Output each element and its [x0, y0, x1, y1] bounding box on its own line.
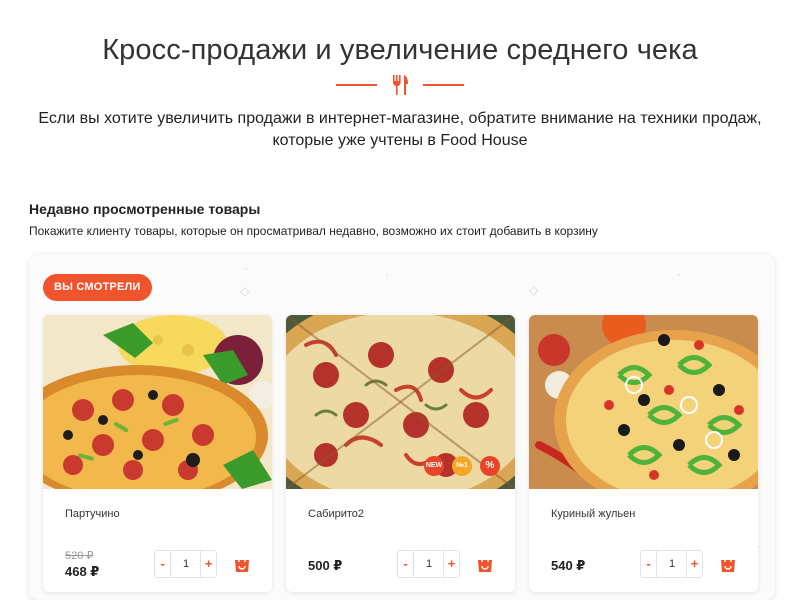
quantity-stepper: - 1 +	[397, 550, 460, 578]
divider-line-right	[423, 84, 464, 86]
quantity-value[interactable]: 1	[172, 551, 200, 577]
product-price: 540 ₽	[551, 558, 586, 573]
product-name[interactable]: Куриный жульен	[551, 508, 635, 520]
intro-text: Если вы хотите увеличить продажи в интер…	[38, 110, 762, 149]
fork-knife-icon	[393, 75, 408, 95]
product-card[interactable]: NEW №1 % Сабирито2 500 ₽ - 1 +	[286, 315, 515, 592]
quantity-stepper: - 1 +	[640, 550, 703, 578]
product-old-price: 520 ₽	[65, 550, 94, 562]
decor-dash-icon: ˋ	[244, 266, 248, 280]
shopping-bag-icon[interactable]	[476, 555, 494, 573]
quantity-stepper: - 1 +	[154, 550, 217, 578]
title-divider	[336, 72, 464, 96]
product-image[interactable]	[529, 315, 758, 489]
quantity-value[interactable]: 1	[658, 551, 686, 577]
divider-line-left	[336, 84, 377, 86]
increase-quantity-button[interactable]: +	[686, 551, 702, 577]
page-title: Кросс-продажи и увеличение среднего чека	[102, 34, 698, 66]
increase-quantity-button[interactable]: +	[200, 551, 216, 577]
new-badge: NEW	[424, 456, 444, 476]
decor-dash-icon: ˋ	[757, 544, 761, 558]
product-image[interactable]	[43, 315, 272, 489]
product-name[interactable]: Сабирито2	[308, 508, 364, 520]
decrease-quantity-button[interactable]: -	[398, 551, 414, 577]
increase-quantity-button[interactable]: +	[443, 551, 459, 577]
product-name[interactable]: Партучино	[65, 508, 120, 520]
decor-diamond-icon: ◇	[529, 283, 539, 297]
product-card[interactable]: Партучино 520 ₽ 468 ₽ - 1 +	[43, 315, 272, 592]
recently-viewed-panel: ◇ ◇ ˋ ˋ ˋ ВЫ СМОТРЕЛИ Партучино 520 ₽ 46…	[29, 254, 775, 600]
product-price: 500 ₽	[308, 558, 343, 573]
shopping-bag-icon[interactable]	[233, 555, 251, 573]
watched-badge: ВЫ СМОТРЕЛИ	[43, 274, 152, 301]
decrease-quantity-button[interactable]: -	[641, 551, 657, 577]
product-price: 468 ₽	[65, 564, 100, 579]
shopping-bag-icon[interactable]	[719, 555, 737, 573]
decrease-quantity-button[interactable]: -	[155, 551, 171, 577]
product-card[interactable]: Куриный жульен 540 ₽ - 1 +	[529, 315, 758, 592]
decor-dash-icon: ˋ	[385, 272, 389, 286]
decor-diamond-icon: ◇	[240, 284, 250, 298]
top-badge: №1	[452, 456, 472, 476]
decor-dash-icon: ˋ	[677, 272, 681, 286]
section-title: Недавно просмотренные товары	[29, 201, 261, 217]
sale-badge: %	[480, 456, 500, 476]
quantity-value[interactable]: 1	[415, 551, 443, 577]
section-subtitle: Покажите клиенту товары, которые он прос…	[29, 224, 598, 238]
